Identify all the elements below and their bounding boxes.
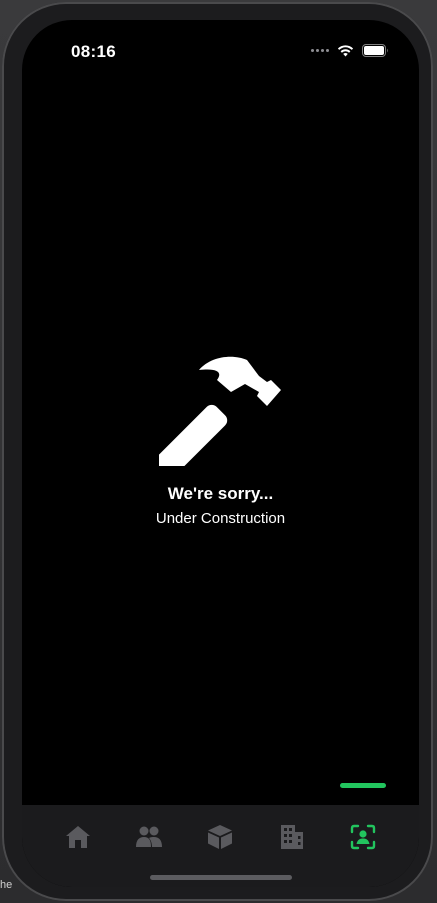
status-bar: 08:16: [22, 20, 419, 80]
tab-home[interactable]: [58, 817, 98, 857]
tab-box[interactable]: [200, 817, 240, 857]
sorry-title: We're sorry...: [167, 484, 274, 503]
building-icon: [280, 825, 303, 849]
sorry-subtitle: Under Construction: [155, 510, 286, 527]
hammer-icon: [158, 356, 281, 466]
cellular-dots-icon: [311, 49, 329, 52]
wifi-icon: [337, 45, 354, 57]
phone-screen: 08:16 We're sorry... Under Construction: [22, 20, 419, 887]
home-icon: [65, 826, 90, 848]
home-indicator[interactable]: [150, 875, 292, 880]
battery-icon: [362, 44, 388, 57]
box-icon: [208, 825, 233, 849]
tab-bar: [22, 783, 419, 887]
phone-frame: 08:16 We're sorry... Under Construction: [2, 2, 433, 901]
users-icon: [136, 826, 163, 847]
status-time: 08:16: [71, 42, 116, 61]
profile-scan-icon: [351, 824, 376, 850]
active-tab-indicator: [340, 783, 387, 788]
tab-building[interactable]: [272, 817, 312, 857]
under-construction-message: We're sorry... Under Construction: [22, 350, 419, 527]
tab-users[interactable]: [129, 817, 169, 857]
background-text-fragment: he: [0, 879, 13, 891]
tab-profile[interactable]: [340, 783, 387, 857]
status-icons: [311, 44, 389, 57]
